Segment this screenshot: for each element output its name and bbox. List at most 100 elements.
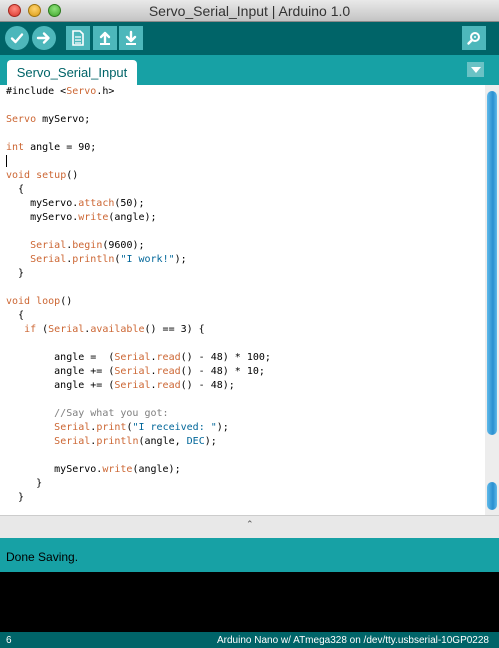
code-line[interactable]: void setup() [6, 169, 271, 183]
splitter-grip-icon: ⌃ [246, 519, 254, 529]
code-line[interactable] [6, 393, 271, 407]
code-token: angle += ( [6, 366, 115, 377]
new-button[interactable] [66, 26, 90, 50]
code-line[interactable]: myServo.write(angle); [6, 463, 271, 477]
code-token: ( [36, 324, 49, 335]
tab-bar: Servo_Serial_Input [0, 55, 499, 85]
code-token: //Say what you got: [6, 408, 169, 419]
code-line[interactable]: myServo.write(angle); [6, 211, 271, 225]
code-token: myServo. [6, 198, 79, 209]
splitter-handle[interactable]: ⌃ [0, 515, 499, 538]
code-token: angle += ( [6, 380, 115, 391]
code-token: Serial [114, 352, 151, 363]
code-token: ); [174, 254, 187, 265]
code-line[interactable]: angle = (Serial.read() - 48) * 100; [6, 351, 271, 365]
toolbar [0, 22, 499, 55]
code-token: (angle); [108, 212, 157, 223]
code-token: (angle, [138, 436, 187, 447]
scrollbar-thumb-lower[interactable] [487, 482, 497, 510]
code-line[interactable]: int angle = 90; [6, 141, 271, 155]
save-button[interactable] [119, 26, 143, 50]
code-token: ); [204, 436, 217, 447]
code-line[interactable]: myServo.attach(50); [6, 197, 271, 211]
scrollbar-thumb[interactable] [487, 91, 497, 435]
code-line[interactable]: void loop() [6, 295, 271, 309]
tab-servo-serial-input[interactable]: Servo_Serial_Input [7, 60, 137, 85]
editor-scrollbar[interactable] [485, 85, 499, 515]
code-token: if [24, 324, 37, 335]
code-line[interactable]: Serial.print("I received: "); [6, 421, 271, 435]
code-text[interactable]: #include <Servo.h> Servo myServo; int angl… [6, 85, 271, 505]
code-token: angle = ( [6, 352, 115, 363]
code-token: myServo. [6, 464, 103, 475]
code-line[interactable]: #include <Servo.h> [6, 85, 271, 99]
code-token: write [102, 464, 133, 475]
code-token: Servo [66, 86, 97, 97]
code-token: print [96, 422, 127, 433]
code-token: begin [72, 240, 103, 251]
title-bar: Servo_Serial_Input | Arduino 1.0 [0, 0, 499, 22]
code-line[interactable] [6, 127, 271, 141]
tab-menu-button[interactable] [467, 62, 484, 77]
open-icon [99, 31, 111, 45]
upload-icon [36, 32, 50, 44]
code-line[interactable]: } [6, 477, 271, 491]
code-token: } [6, 478, 43, 489]
code-token: (50); [114, 198, 145, 209]
line-number: 6 [6, 635, 12, 646]
code-line[interactable] [6, 225, 271, 239]
code-token: Serial [114, 366, 151, 377]
code-line[interactable]: Serial.println(angle, DEC); [6, 435, 271, 449]
board-info: Arduino Nano w/ ATmega328 on /dev/tty.us… [216, 635, 489, 646]
code-token: { [6, 184, 25, 195]
text-caret [6, 155, 7, 167]
code-line[interactable] [6, 449, 271, 463]
footer-bar: 6 Arduino Nano w/ ATmega328 on /dev/tty.… [0, 632, 499, 648]
code-token: Serial [54, 422, 91, 433]
code-line[interactable]: } [6, 491, 271, 505]
verify-button[interactable] [5, 26, 29, 50]
code-line[interactable]: } [6, 267, 271, 281]
code-editor[interactable]: #include <Servo.h> Servo myServo; int angl… [0, 85, 485, 515]
code-token: .h> [96, 86, 115, 97]
code-line[interactable] [6, 281, 271, 295]
code-token: () == 3) { [144, 324, 205, 335]
verify-icon [10, 33, 24, 44]
code-token: println [72, 254, 115, 265]
code-token: } [6, 492, 25, 503]
code-line[interactable] [6, 337, 271, 351]
code-token: #include < [6, 86, 67, 97]
code-token: ); [216, 422, 229, 433]
code-token: DEC [186, 436, 205, 447]
upload-button[interactable] [32, 26, 56, 50]
code-token: "I work!" [120, 254, 175, 265]
code-line[interactable]: Servo myServo; [6, 113, 271, 127]
serial-monitor-button[interactable] [462, 26, 486, 50]
code-line[interactable]: Serial.println("I work!"); [6, 253, 271, 267]
code-line[interactable] [6, 99, 271, 113]
code-token: read [156, 366, 181, 377]
code-token: Serial [114, 380, 151, 391]
code-token: } [6, 268, 25, 279]
code-token: int [6, 142, 25, 153]
code-line[interactable]: Serial.begin(9600); [6, 239, 271, 253]
console-output[interactable] [0, 572, 499, 632]
code-token: write [78, 212, 109, 223]
code-line[interactable]: { [6, 183, 271, 197]
code-token: () - 48); [180, 380, 235, 391]
code-line[interactable]: angle += (Serial.read() - 48) * 10; [6, 365, 271, 379]
new-icon [72, 30, 84, 46]
code-line[interactable]: angle += (Serial.read() - 48); [6, 379, 271, 393]
chevron-down-icon [470, 66, 481, 73]
code-token: Servo [6, 114, 37, 125]
code-line[interactable] [6, 155, 271, 169]
code-token: Serial [30, 254, 67, 265]
code-line[interactable]: { [6, 309, 271, 323]
open-button[interactable] [93, 26, 117, 50]
code-token: attach [78, 198, 115, 209]
code-line[interactable]: if (Serial.available() == 3) { [6, 323, 271, 337]
code-token: Serial [54, 436, 91, 447]
code-line[interactable]: //Say what you got: [6, 407, 271, 421]
